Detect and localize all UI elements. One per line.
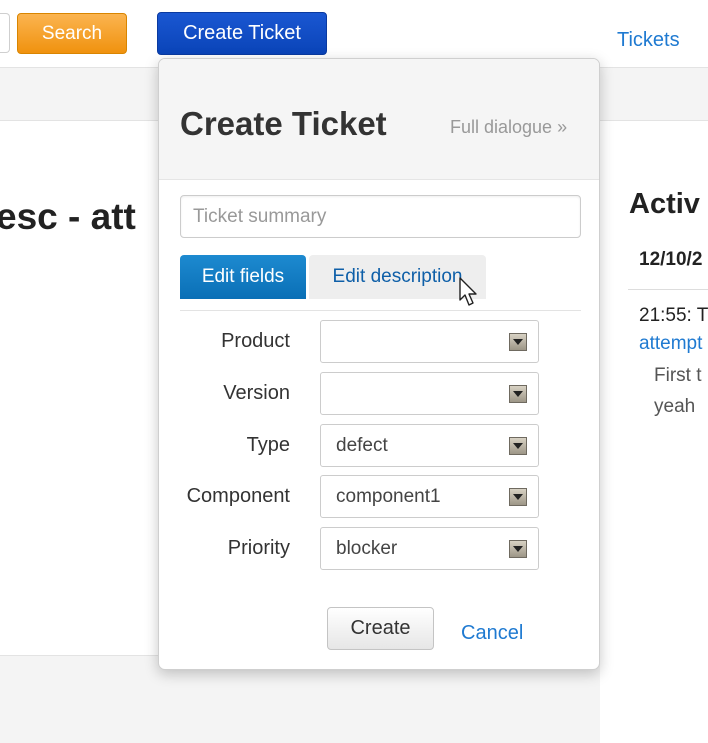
component-select[interactable]: component1 (320, 475, 539, 518)
page-title: esc - att (0, 196, 136, 237)
popover-title: Create Ticket (180, 105, 387, 142)
tabs-divider (180, 310, 581, 311)
component-select-value: component1 (336, 486, 441, 507)
create-ticket-popover: Create Ticket Full dialogue » Edit field… (158, 58, 600, 670)
version-select[interactable] (320, 372, 539, 415)
mouse-pointer-icon (459, 277, 479, 312)
product-select[interactable] (320, 320, 539, 363)
ticket-summary-input[interactable] (180, 195, 581, 238)
create-ticket-button[interactable]: Create Ticket (157, 12, 327, 55)
activity-comment-line: yeah (654, 396, 696, 417)
activity-heading: Activ (629, 188, 700, 220)
field-label-version: Version (223, 382, 290, 404)
field-label-component: Component (186, 485, 290, 507)
popover-header: Create Ticket Full dialogue » (159, 59, 599, 180)
select-arrow-icon (509, 488, 527, 506)
select-arrow-icon (509, 385, 527, 403)
field-label-product: Product (221, 330, 290, 352)
select-arrow-icon (509, 437, 527, 455)
tab-edit-fields[interactable]: Edit fields (180, 255, 306, 299)
full-dialogue-link[interactable]: Full dialogue » (450, 117, 567, 138)
field-label-priority: Priority (227, 537, 290, 559)
activity-divider (628, 289, 708, 290)
create-button[interactable]: Create (327, 607, 434, 650)
priority-select-value: blocker (336, 538, 398, 559)
activity-time: 21:55: T (639, 305, 708, 326)
tickets-link[interactable]: Tickets (617, 29, 680, 52)
select-arrow-icon (509, 540, 527, 558)
search-button[interactable]: Search (17, 13, 127, 54)
activity-ticket-link[interactable]: attempt (639, 333, 702, 355)
priority-select[interactable]: blocker (320, 527, 539, 570)
type-select[interactable]: defect (320, 424, 539, 467)
field-label-type: Type (246, 434, 290, 456)
search-input[interactable] (0, 13, 10, 53)
type-select-value: defect (336, 435, 388, 456)
cancel-link[interactable]: Cancel (461, 622, 523, 645)
activity-comment-line: First t (654, 365, 702, 386)
select-arrow-icon (509, 333, 527, 351)
activity-date: 12/10/2 (639, 249, 703, 270)
